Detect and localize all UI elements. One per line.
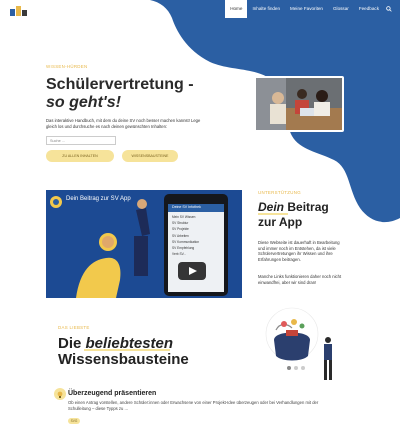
carousel-dot[interactable]	[301, 366, 305, 370]
play-icon	[189, 267, 197, 275]
carousel-dots	[287, 366, 305, 370]
carousel-dot[interactable]	[294, 366, 298, 370]
video-player[interactable]: Dein Beitrag zur SV App Deine SV Infothe…	[46, 190, 242, 298]
nav-home[interactable]: Home	[225, 0, 248, 18]
title-underline	[258, 213, 288, 215]
nav-glossar[interactable]: Glossar	[328, 0, 354, 18]
lightbulb-icon	[54, 388, 66, 400]
knowledge-blocks-button[interactable]: Wissensbausteine	[122, 150, 178, 162]
app-title-line1: Dein Beitrag	[258, 200, 329, 214]
all-content-button[interactable]: Zu allen Inhalten	[46, 150, 114, 162]
nav-inhalte-finden[interactable]: Inhalte finden	[247, 0, 285, 18]
phone-header: Deine SV Infothek	[172, 205, 201, 209]
video-title: Dein Beitrag zur SV App	[66, 196, 131, 202]
carousel-dot[interactable]	[287, 366, 291, 370]
card-text: Ob einen Antrag vorstellen, andere Schül…	[68, 400, 319, 411]
search-icon[interactable]	[384, 0, 394, 18]
main-navigation: Home Inhalte finden Meine Favoriten Glos…	[225, 0, 394, 18]
card-title[interactable]: Überzeugend präsentieren	[68, 390, 156, 397]
knowledge-title-line2: Wissensbausteine	[58, 351, 189, 368]
students-photo-icon	[256, 78, 342, 130]
app-title-line2: zur App	[258, 215, 303, 229]
app-paragraph-1: Diese Webseite ist dauerhaft in Bearbeit…	[258, 240, 340, 262]
app-paragraph-2: Manche Links funktionieren daher noch ni…	[258, 274, 342, 285]
hero-eyebrow: Wissen-Hürden	[46, 64, 88, 69]
hero-photo	[254, 76, 344, 132]
knowledge-illustration-icon	[265, 307, 332, 380]
hero-title-line2: so geht's!	[46, 94, 121, 111]
app-eyebrow: Unterstützung	[258, 190, 301, 195]
logo-icon[interactable]	[8, 4, 30, 18]
nav-meine-favoriten[interactable]: Meine Favoriten	[285, 0, 328, 18]
hero-search-input[interactable]: Suche ...	[46, 136, 116, 145]
hero-lead: Das interaktive Handbuch, mit dem du dei…	[46, 118, 201, 129]
video-thumbnail-illustration	[46, 190, 242, 298]
hero-title-line1: Schülervertretung -	[46, 76, 194, 93]
knowledge-eyebrow: Das Liebste	[58, 325, 90, 330]
nav-feedback[interactable]: Feedback	[354, 0, 384, 18]
phone-menu-list: Mein SV Wissen SV Struktur SV Projekte S…	[172, 215, 200, 257]
play-button[interactable]	[178, 262, 206, 280]
card-tag[interactable]: SVG	[68, 418, 80, 424]
